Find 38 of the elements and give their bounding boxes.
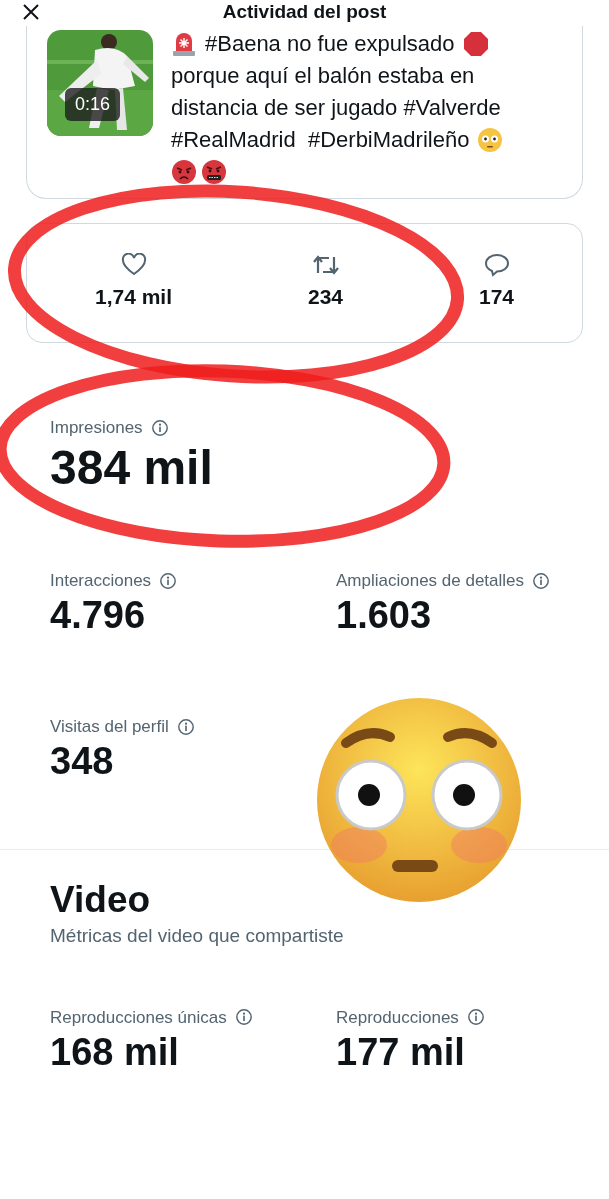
metric-label: Reproducciones bbox=[336, 1006, 459, 1029]
post-text: porque aquí el balón estaba en bbox=[171, 62, 475, 90]
metric-value: 1.603 bbox=[336, 593, 433, 637]
info-icon[interactable] bbox=[150, 418, 169, 437]
section-subtitle: Métricas del video que compartiste bbox=[50, 924, 345, 948]
cursing-face-icon bbox=[201, 159, 227, 185]
metric-value: 4.796 bbox=[50, 593, 147, 637]
metric-value: 348 bbox=[50, 739, 115, 783]
metric-value: 168 mil bbox=[50, 1029, 180, 1074]
info-icon[interactable] bbox=[159, 571, 178, 590]
metric-label: Ampliaciones de detalles bbox=[336, 570, 525, 592]
info-icon[interactable] bbox=[234, 1008, 253, 1026]
metric-label: Visitas del perfil bbox=[50, 716, 169, 738]
engagement-count: 1,74 mil bbox=[94, 284, 173, 311]
metric-label: Impresiones bbox=[50, 417, 143, 439]
flushed-face-icon bbox=[314, 695, 524, 905]
post-text: #Baena no fue expulsado bbox=[205, 30, 455, 58]
angry-face-icon bbox=[171, 159, 197, 185]
info-icon[interactable] bbox=[532, 571, 551, 590]
page-title: Actividad del post bbox=[222, 0, 387, 24]
section-title: Video bbox=[50, 878, 152, 922]
engagement-count: 234 bbox=[308, 284, 344, 311]
flushed-face-icon bbox=[477, 127, 504, 153]
metric-value: 384 mil bbox=[50, 440, 214, 496]
stop-sign-icon bbox=[462, 31, 489, 57]
metric-label: Interacciones bbox=[50, 570, 152, 592]
siren-icon bbox=[171, 31, 197, 57]
post-text: distancia de ser jugado #Valverde bbox=[171, 94, 501, 122]
close-icon[interactable] bbox=[22, 3, 40, 21]
heart-icon bbox=[120, 253, 147, 278]
reply-icon bbox=[483, 253, 510, 278]
metric-value: 177 mil bbox=[336, 1029, 466, 1074]
info-icon[interactable] bbox=[466, 1008, 485, 1026]
metric-label: Reproducciones únicas bbox=[50, 1006, 227, 1029]
info-icon[interactable] bbox=[176, 717, 195, 736]
engagement-count: 174 bbox=[479, 284, 515, 311]
video-duration: 0:16 bbox=[65, 88, 121, 121]
post-text: #RealMadrid #DerbiMadrileño bbox=[171, 126, 470, 154]
